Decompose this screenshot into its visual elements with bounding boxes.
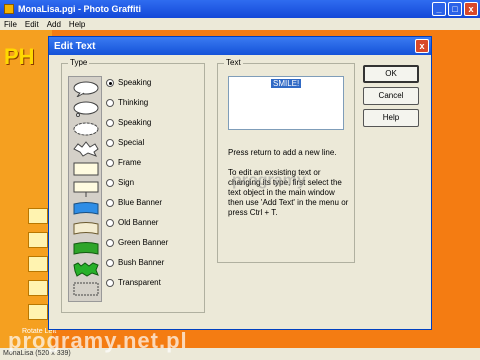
frame-icon [73, 162, 99, 176]
window-title: MonaLisa.pgi - Photo Graffiti [18, 4, 141, 14]
option-label: Bush Banner [118, 258, 165, 267]
option-label: Special [118, 138, 145, 147]
type-group: Type Speaking Thinking Speaking Special … [61, 58, 205, 313]
radio-sign[interactable] [106, 178, 114, 187]
type-option-frame[interactable]: Frame [106, 158, 141, 167]
menu-help[interactable]: Help [69, 20, 85, 29]
radio-special[interactable] [106, 138, 114, 147]
help-button[interactable]: Help [363, 109, 419, 127]
watermark: programy.net.pl [8, 328, 188, 353]
tool-panel [0, 30, 52, 348]
green-banner-icon [73, 242, 99, 255]
dialog-close-button[interactable]: x [415, 39, 429, 53]
option-label: Speaking [118, 118, 152, 127]
bush-banner-icon [73, 262, 99, 277]
option-label: Sign [118, 178, 135, 187]
dialog-title: Edit Text [54, 40, 96, 52]
type-option-thinking[interactable]: Thinking [106, 98, 148, 107]
center-watermark: programy [232, 172, 306, 189]
type-option-blue-banner[interactable]: Blue Banner [106, 198, 162, 207]
option-label: Blue Banner [118, 198, 163, 207]
type-option-speaking[interactable]: Speaking [106, 78, 151, 87]
tool-button-2[interactable] [28, 232, 48, 248]
option-label: Thinking [118, 98, 149, 107]
thinking-bubble-icon [73, 101, 99, 117]
sign-icon [73, 181, 99, 197]
type-option-special[interactable]: Special [106, 138, 144, 147]
blue-banner-icon [73, 202, 99, 215]
option-label: Transparent [118, 278, 161, 287]
app-logo: PH [4, 44, 35, 69]
type-previews [68, 76, 102, 302]
tool-button-4[interactable] [28, 280, 48, 296]
speaking-bubble-icon [73, 81, 99, 97]
tool-button-1[interactable] [28, 208, 48, 224]
tool-button-3[interactable] [28, 256, 48, 272]
text-group: Text SMILE! Press return to add a new li… [217, 58, 355, 263]
speaking-cloud-icon [73, 122, 99, 136]
type-option-speaking-2[interactable]: Speaking [106, 118, 151, 127]
radio-speaking-2[interactable] [106, 118, 114, 127]
special-burst-icon [73, 141, 99, 157]
option-label: Frame [118, 158, 142, 167]
radio-thinking[interactable] [106, 98, 114, 107]
menu-add[interactable]: Add [47, 20, 61, 29]
type-option-transparent[interactable]: Transparent [106, 278, 161, 287]
type-option-bush-banner[interactable]: Bush Banner [106, 258, 164, 267]
type-option-green-banner[interactable]: Green Banner [106, 238, 168, 247]
tool-button-5[interactable] [28, 304, 48, 320]
app-titlebar: MonaLisa.pgi - Photo Graffiti _ □ x [0, 0, 480, 18]
menu-edit[interactable]: Edit [25, 20, 39, 29]
text-group-label: Text [224, 58, 243, 67]
radio-transparent[interactable] [106, 278, 114, 287]
option-label: Green Banner [118, 238, 169, 247]
dialog-titlebar: Edit Text x [49, 37, 431, 55]
radio-frame[interactable] [106, 158, 114, 167]
old-banner-icon [73, 222, 99, 235]
radio-bush-banner[interactable] [106, 258, 114, 267]
ok-button[interactable]: OK [363, 65, 419, 83]
option-label: Old Banner [118, 218, 159, 227]
type-option-sign[interactable]: Sign [106, 178, 134, 187]
radio-green-banner[interactable] [106, 238, 114, 247]
type-option-old-banner[interactable]: Old Banner [106, 218, 158, 227]
cancel-button[interactable]: Cancel [363, 87, 419, 105]
close-button[interactable]: x [464, 2, 478, 16]
option-label: Speaking [118, 78, 152, 87]
menu-file[interactable]: File [4, 20, 17, 29]
hint-new-line: Press return to add a new line. [228, 148, 337, 157]
menu-bar: File Edit Add Help [0, 18, 480, 30]
radio-speaking[interactable] [106, 78, 114, 87]
radio-blue-banner[interactable] [106, 198, 114, 207]
maximize-button[interactable]: □ [448, 2, 462, 16]
type-group-label: Type [68, 58, 90, 67]
text-input-value: SMILE! [271, 79, 302, 88]
text-input[interactable]: SMILE! [228, 76, 344, 130]
transparent-icon [73, 282, 99, 296]
minimize-button[interactable]: _ [432, 2, 446, 16]
app-icon [4, 4, 14, 14]
radio-old-banner[interactable] [106, 218, 114, 227]
